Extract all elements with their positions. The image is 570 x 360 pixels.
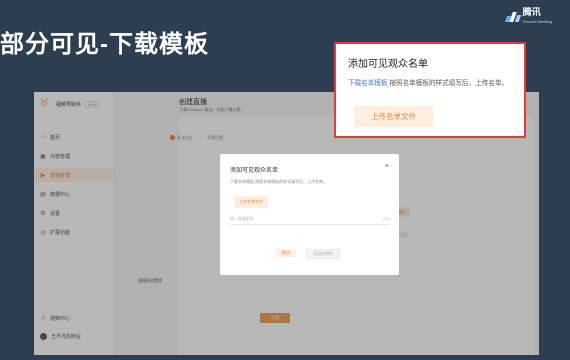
download-template-link[interactable]: 下载名单模板: [348, 80, 388, 87]
nickname-placeholder: 输入观看昵称: [230, 216, 254, 221]
char-count: 0/10: [382, 216, 390, 221]
brand-name: 腾讯: [522, 7, 541, 17]
callout-upload-button[interactable]: 上传名单文件: [354, 106, 433, 127]
nickname-input[interactable]: 输入观看昵称 0/10: [230, 216, 390, 225]
brand-sub: Tencent Meeting: [522, 19, 552, 24]
slide-title: 部分可见-下载模板: [0, 31, 209, 58]
modal-footer: 取消 添加并保存: [276, 249, 340, 259]
brand-logo: 腾讯 Tencent Meeting: [504, 7, 552, 26]
add-save-button[interactable]: 添加并保存: [306, 249, 340, 259]
modal-title: 添加可见观众名单: [230, 168, 279, 174]
viewer-list-modal: 添加可见观众名单 × 下载名单模板 按照名单模板的样式填写后，上传名单。 上传名…: [220, 154, 399, 275]
callout-title: 添加可见观众名单: [348, 59, 428, 70]
cancel-button[interactable]: 取消: [276, 249, 296, 257]
zoom-callout: 添加可见观众名单 下载名单模板 按照名单模板的样式填写后，上传名单。 上传名单文…: [334, 42, 526, 138]
close-icon[interactable]: ×: [385, 163, 389, 170]
callout-description: 下载名单模板 按照名单模板的样式填写后，上传名单。: [348, 77, 508, 87]
brand-mark-icon: [504, 12, 521, 22]
modal-description: 下载名单模板 按照名单模板的样式填写后，上传名单。: [230, 179, 328, 184]
upload-list-button[interactable]: 上传名单文件: [234, 196, 268, 208]
callout-desc-rest: 按照名单模板的样式填写后，上传名单。: [387, 80, 509, 87]
